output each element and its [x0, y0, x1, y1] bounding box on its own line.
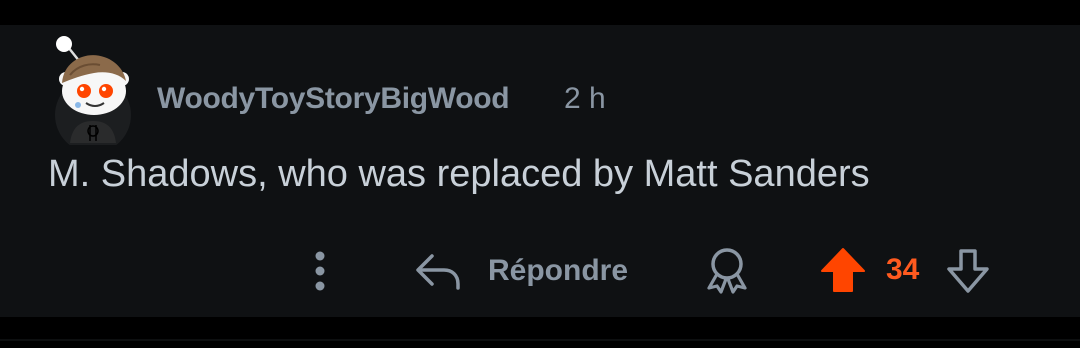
downvote-arrow-icon[interactable] — [944, 247, 992, 295]
divider — [0, 317, 1080, 348]
timestamp: 2 h — [564, 82, 606, 115]
vote-score: 34 — [886, 253, 920, 286]
more-vertical-icon[interactable] — [300, 249, 340, 293]
award-icon[interactable] — [702, 244, 752, 296]
avatar[interactable] — [48, 35, 140, 145]
comment-body: M. Shadows, who was replaced by Matt San… — [48, 153, 870, 195]
upvote-arrow-icon[interactable] — [820, 247, 866, 293]
reply-label: Répondre — [488, 254, 629, 287]
reply-arrow-icon — [416, 254, 460, 290]
username[interactable]: WoodyToyStoryBigWood — [157, 82, 510, 116]
